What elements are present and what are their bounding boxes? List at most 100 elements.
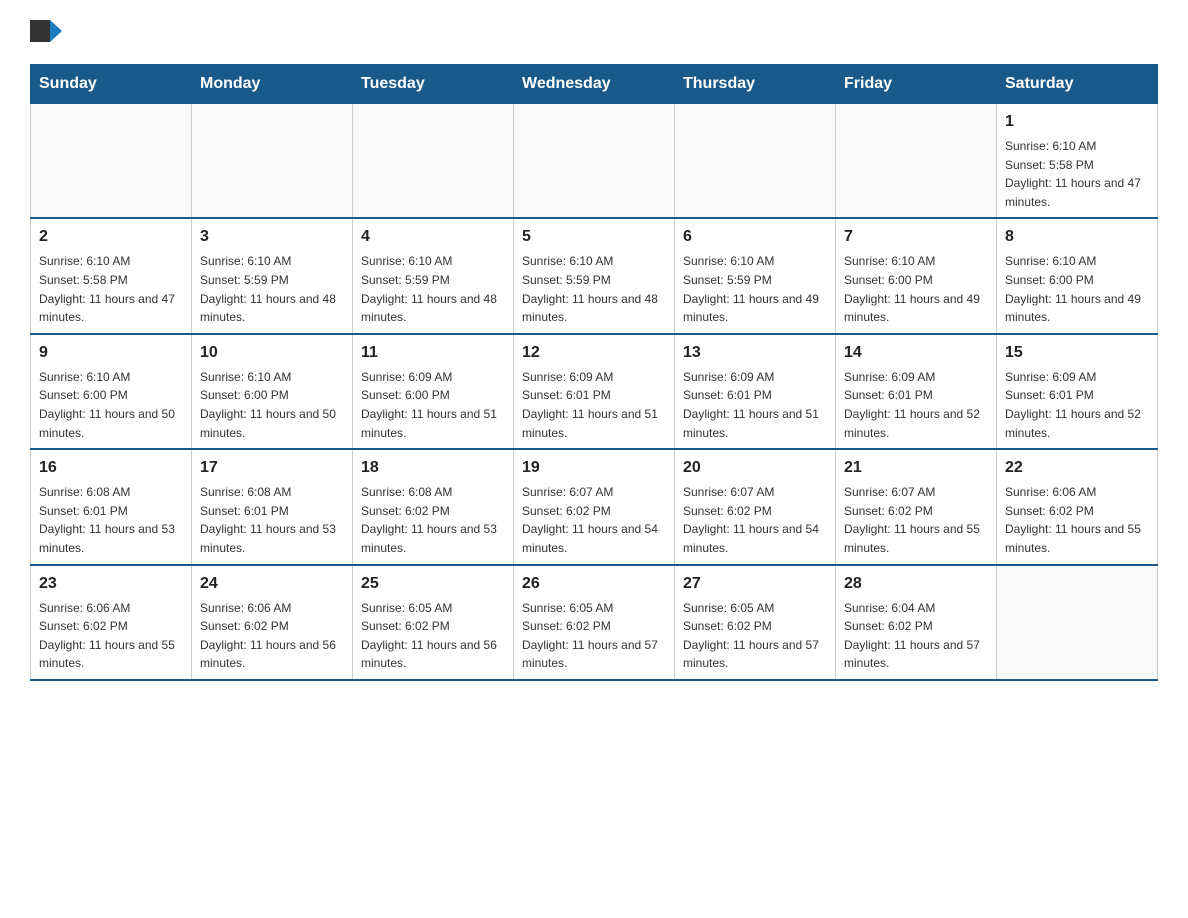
day-info: Sunrise: 6:05 AMSunset: 6:02 PMDaylight:… [683, 599, 827, 673]
calendar-cell: 26 Sunrise: 6:05 AMSunset: 6:02 PMDayligh… [514, 565, 675, 680]
day-number: 26 [522, 572, 666, 596]
day-info: Sunrise: 6:09 AMSunset: 6:01 PMDaylight:… [522, 368, 666, 442]
calendar-cell: 24 Sunrise: 6:06 AMSunset: 6:02 PMDayligh… [192, 565, 353, 680]
calendar-cell: 25 Sunrise: 6:05 AMSunset: 6:02 PMDayligh… [353, 565, 514, 680]
day-info: Sunrise: 6:06 AMSunset: 6:02 PMDaylight:… [1005, 483, 1149, 557]
day-info: Sunrise: 6:10 AMSunset: 5:59 PMDaylight:… [361, 252, 505, 326]
day-number: 22 [1005, 456, 1149, 480]
calendar-cell: 27 Sunrise: 6:05 AMSunset: 6:02 PMDayligh… [675, 565, 836, 680]
calendar-week-4: 16 Sunrise: 6:08 AMSunset: 6:01 PMDayligh… [31, 449, 1158, 564]
weekday-header-row: SundayMondayTuesdayWednesdayThursdayFrid… [31, 65, 1158, 104]
calendar-cell [836, 104, 997, 219]
day-number: 9 [39, 341, 183, 365]
day-number: 23 [39, 572, 183, 596]
day-info: Sunrise: 6:07 AMSunset: 6:02 PMDaylight:… [522, 483, 666, 557]
calendar-cell: 8 Sunrise: 6:10 AMSunset: 6:00 PMDaylight… [997, 218, 1158, 333]
day-info: Sunrise: 6:05 AMSunset: 6:02 PMDaylight:… [522, 599, 666, 673]
calendar-cell [353, 104, 514, 219]
day-info: Sunrise: 6:10 AMSunset: 5:59 PMDaylight:… [683, 252, 827, 326]
logo-icon [30, 20, 62, 54]
calendar-cell: 14 Sunrise: 6:09 AMSunset: 6:01 PMDayligh… [836, 334, 997, 449]
day-number: 12 [522, 341, 666, 365]
calendar-cell [675, 104, 836, 219]
day-info: Sunrise: 6:07 AMSunset: 6:02 PMDaylight:… [844, 483, 988, 557]
calendar-cell: 5 Sunrise: 6:10 AMSunset: 5:59 PMDaylight… [514, 218, 675, 333]
day-number: 18 [361, 456, 505, 480]
day-number: 19 [522, 456, 666, 480]
day-info: Sunrise: 6:10 AMSunset: 6:00 PMDaylight:… [1005, 252, 1149, 326]
weekday-header-wednesday: Wednesday [514, 65, 675, 104]
day-number: 20 [683, 456, 827, 480]
day-number: 1 [1005, 110, 1149, 134]
calendar-cell: 20 Sunrise: 6:07 AMSunset: 6:02 PMDayligh… [675, 449, 836, 564]
calendar-week-1: 1Sunrise: 6:10 AMSunset: 5:58 PMDaylight… [31, 104, 1158, 219]
day-info: Sunrise: 6:10 AMSunset: 5:59 PMDaylight:… [200, 252, 344, 326]
calendar-cell: 10 Sunrise: 6:10 AMSunset: 6:00 PMDayligh… [192, 334, 353, 449]
calendar-cell [997, 565, 1158, 680]
weekday-header-friday: Friday [836, 65, 997, 104]
calendar-cell: 28 Sunrise: 6:04 AMSunset: 6:02 PMDayligh… [836, 565, 997, 680]
day-number: 17 [200, 456, 344, 480]
calendar-cell: 18Sunrise: 6:08 AMSunset: 6:02 PMDayligh… [353, 449, 514, 564]
calendar-cell: 15 Sunrise: 6:09 AMSunset: 6:01 PMDayligh… [997, 334, 1158, 449]
day-info: Sunrise: 6:09 AMSunset: 6:01 PMDaylight:… [1005, 368, 1149, 442]
day-info: Sunrise: 6:04 AMSunset: 6:02 PMDaylight:… [844, 599, 988, 673]
day-number: 2 [39, 225, 183, 249]
day-number: 25 [361, 572, 505, 596]
day-info: Sunrise: 6:05 AMSunset: 6:02 PMDaylight:… [361, 599, 505, 673]
calendar-cell: 13Sunrise: 6:09 AMSunset: 6:01 PMDayligh… [675, 334, 836, 449]
calendar-cell: 23 Sunrise: 6:06 AMSunset: 6:02 PMDayligh… [31, 565, 192, 680]
calendar-cell: 17 Sunrise: 6:08 AMSunset: 6:01 PMDayligh… [192, 449, 353, 564]
day-number: 11 [361, 341, 505, 365]
day-info: Sunrise: 6:10 AMSunset: 5:59 PMDaylight:… [522, 252, 666, 326]
day-number: 4 [361, 225, 505, 249]
calendar-cell: 4 Sunrise: 6:10 AMSunset: 5:59 PMDaylight… [353, 218, 514, 333]
calendar-cell: 12 Sunrise: 6:09 AMSunset: 6:01 PMDayligh… [514, 334, 675, 449]
calendar-week-3: 9 Sunrise: 6:10 AMSunset: 6:00 PMDaylight… [31, 334, 1158, 449]
day-number: 7 [844, 225, 988, 249]
day-number: 3 [200, 225, 344, 249]
day-info: Sunrise: 6:10 AMSunset: 6:00 PMDaylight:… [200, 368, 344, 442]
day-number: 10 [200, 341, 344, 365]
calendar-cell: 7 Sunrise: 6:10 AMSunset: 6:00 PMDaylight… [836, 218, 997, 333]
weekday-header-monday: Monday [192, 65, 353, 104]
calendar-cell: 1Sunrise: 6:10 AMSunset: 5:58 PMDaylight… [997, 104, 1158, 219]
day-number: 14 [844, 341, 988, 365]
calendar-week-5: 23 Sunrise: 6:06 AMSunset: 6:02 PMDayligh… [31, 565, 1158, 680]
day-number: 13 [683, 341, 827, 365]
day-number: 8 [1005, 225, 1149, 249]
calendar-cell: 22 Sunrise: 6:06 AMSunset: 6:02 PMDayligh… [997, 449, 1158, 564]
weekday-header-thursday: Thursday [675, 65, 836, 104]
day-info: Sunrise: 6:06 AMSunset: 6:02 PMDaylight:… [39, 599, 183, 673]
calendar-cell: 11Sunrise: 6:09 AMSunset: 6:00 PMDayligh… [353, 334, 514, 449]
calendar-cell: 19 Sunrise: 6:07 AMSunset: 6:02 PMDayligh… [514, 449, 675, 564]
calendar-cell: 9Sunrise: 6:10 AMSunset: 6:00 PMDaylight… [31, 334, 192, 449]
day-number: 15 [1005, 341, 1149, 365]
header [30, 20, 1158, 54]
day-number: 28 [844, 572, 988, 596]
day-number: 6 [683, 225, 827, 249]
calendar-week-2: 2 Sunrise: 6:10 AMSunset: 5:58 PMDaylight… [31, 218, 1158, 333]
day-number: 16 [39, 456, 183, 480]
calendar-cell: 16 Sunrise: 6:08 AMSunset: 6:01 PMDayligh… [31, 449, 192, 564]
day-info: Sunrise: 6:06 AMSunset: 6:02 PMDaylight:… [200, 599, 344, 673]
calendar-cell [31, 104, 192, 219]
day-number: 5 [522, 225, 666, 249]
day-number: 24 [200, 572, 344, 596]
day-info: Sunrise: 6:10 AMSunset: 5:58 PMDaylight:… [39, 252, 183, 326]
day-info: Sunrise: 6:08 AMSunset: 6:01 PMDaylight:… [200, 483, 344, 557]
day-info: Sunrise: 6:09 AMSunset: 6:01 PMDaylight:… [844, 368, 988, 442]
calendar-cell: 21Sunrise: 6:07 AMSunset: 6:02 PMDayligh… [836, 449, 997, 564]
calendar-cell: 3 Sunrise: 6:10 AMSunset: 5:59 PMDaylight… [192, 218, 353, 333]
calendar-cell: 6 Sunrise: 6:10 AMSunset: 5:59 PMDaylight… [675, 218, 836, 333]
day-info: Sunrise: 6:07 AMSunset: 6:02 PMDaylight:… [683, 483, 827, 557]
day-info: Sunrise: 6:10 AMSunset: 6:00 PMDaylight:… [844, 252, 988, 326]
calendar-cell [514, 104, 675, 219]
calendar-cell [192, 104, 353, 219]
day-number: 27 [683, 572, 827, 596]
weekday-header-tuesday: Tuesday [353, 65, 514, 104]
weekday-header-sunday: Sunday [31, 65, 192, 104]
weekday-header-saturday: Saturday [997, 65, 1158, 104]
logo [30, 20, 66, 54]
day-info: Sunrise: 6:08 AMSunset: 6:01 PMDaylight:… [39, 483, 183, 557]
